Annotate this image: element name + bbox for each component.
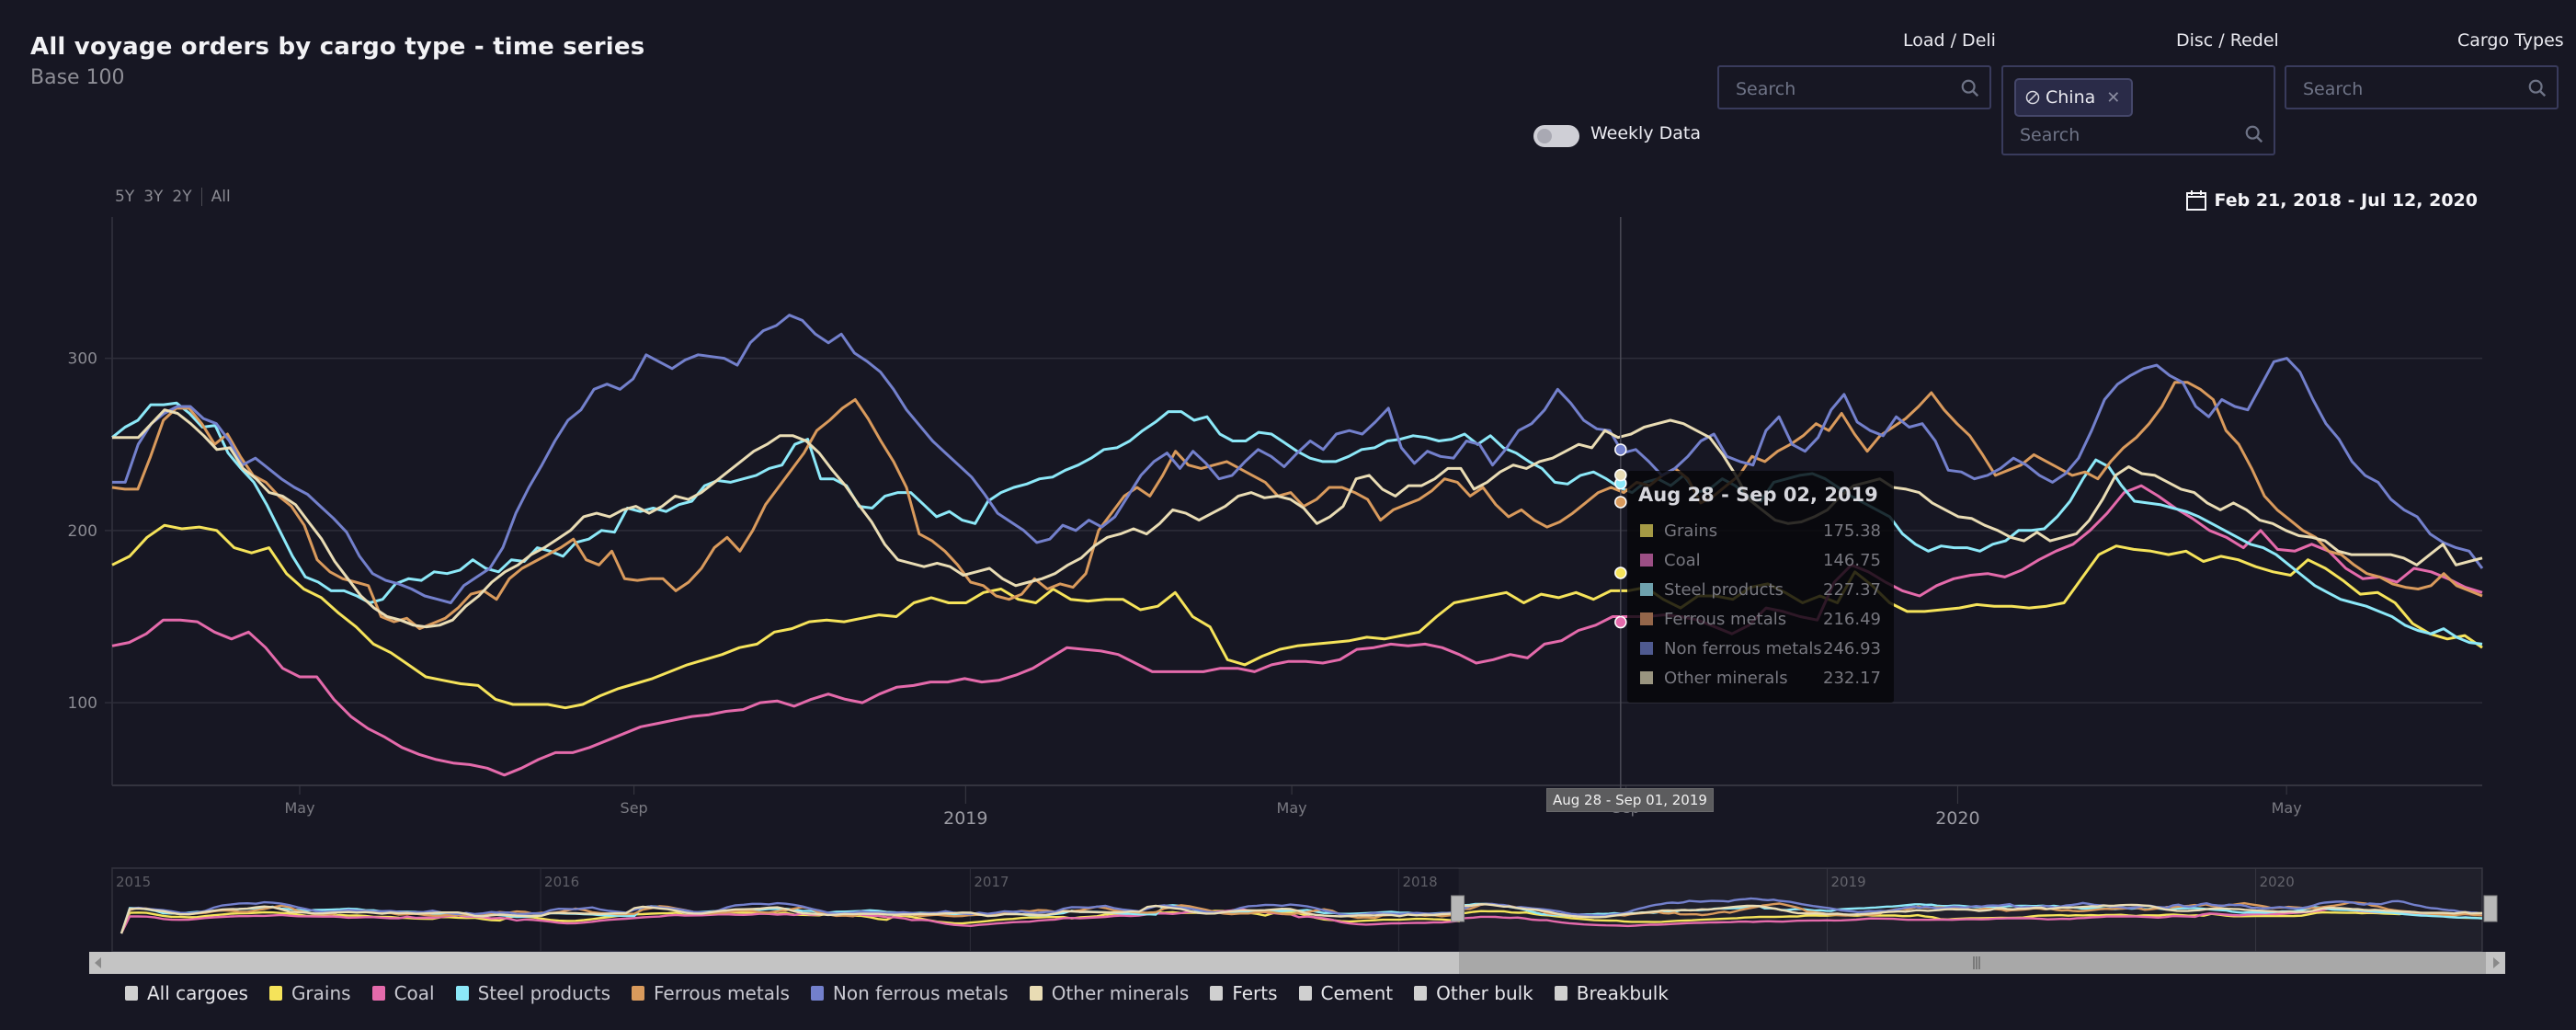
legend-swatch <box>1414 986 1428 1001</box>
tooltip-swatch <box>1640 671 1653 684</box>
crosshair-date-label: Aug 28 - Sep 01, 2019 <box>1546 788 1714 812</box>
legend-label: Breakbulk <box>1576 982 1669 1004</box>
legend-label: Coal <box>393 982 435 1004</box>
tooltip-series-name: Other minerals <box>1664 668 1788 688</box>
series-line-ferrous-metals[interactable] <box>111 381 2483 631</box>
series-line-steel-products[interactable] <box>111 401 2483 646</box>
scrollbar-thumb[interactable] <box>1459 952 2486 974</box>
legend-item-non-ferrous-metals[interactable]: Non ferrous metals <box>810 982 1009 1004</box>
x-tick-label: May <box>1277 799 1307 817</box>
hover-marker <box>1614 566 1627 579</box>
legend-item-coal[interactable]: Coal <box>371 982 435 1004</box>
legend-item-grains[interactable]: Grains <box>268 982 351 1004</box>
tooltip-series-value: 146.75 <box>1823 550 1881 570</box>
tooltip-series-name: Steel products <box>1664 579 1784 600</box>
series-line-grains[interactable] <box>111 523 2483 710</box>
legend-item-breakbulk[interactable]: Breakbulk <box>1554 982 1669 1004</box>
x-tick-label: Sep <box>621 799 648 817</box>
navigator-year-label: 2017 <box>974 874 1009 890</box>
legend-item-ferts[interactable]: Ferts <box>1210 982 1278 1004</box>
legend-item-ferrous-metals[interactable]: Ferrous metals <box>632 982 790 1004</box>
legend-swatch <box>810 986 824 1001</box>
hover-marker <box>1614 443 1627 456</box>
legend-item-all-cargoes[interactable]: All cargoes <box>125 982 248 1004</box>
legend-label: Ferts <box>1232 982 1278 1004</box>
hover-marker <box>1614 496 1627 509</box>
scroll-left-arrow-icon[interactable] <box>95 957 101 968</box>
legend-label: Cement <box>1320 982 1394 1004</box>
navigator-left-handle[interactable] <box>1451 895 1465 922</box>
y-tick-label: 300 <box>68 350 97 369</box>
legend-label: Other minerals <box>1051 982 1190 1004</box>
navigator-year-label: 2016 <box>544 874 579 890</box>
legend-item-cement[interactable]: Cement <box>1298 982 1394 1004</box>
tooltip-series-value: 216.49 <box>1823 609 1881 629</box>
tooltip-series-value: 232.17 <box>1823 668 1881 688</box>
tooltip-title: Aug 28 - Sep 02, 2019 <box>1638 484 1878 506</box>
legend-swatch <box>632 986 644 1001</box>
tooltip-row: Ferrous metals 216.49 <box>1640 607 1881 631</box>
time-series-chart[interactable]: MaySep2019MaySep2020May 100200300 201520… <box>0 0 2576 1030</box>
hover-marker <box>1614 468 1627 482</box>
series-line-other-minerals[interactable] <box>112 408 2483 629</box>
legend-item-other-bulk[interactable]: Other bulk <box>1414 982 1533 1004</box>
tooltip-series-value: 227.37 <box>1823 579 1881 600</box>
chart-tooltip: Aug 28 - Sep 02, 2019 Grains 175.38 Coal 14… <box>1627 471 1894 703</box>
legend-swatch <box>455 986 469 1001</box>
legend-item-other-minerals[interactable]: Other minerals <box>1029 982 1190 1004</box>
tooltip-swatch <box>1640 642 1653 655</box>
legend-swatch <box>1298 986 1312 1001</box>
legend-label: Grains <box>291 982 351 1004</box>
hover-marker <box>1614 615 1627 629</box>
legend-swatch <box>125 986 138 1001</box>
tooltip-series-value: 175.38 <box>1823 521 1881 541</box>
x-tick-label: 2020 <box>1935 808 1979 829</box>
tooltip-series-name: Non ferrous metals <box>1664 638 1822 658</box>
navigator-right-handle[interactable] <box>2483 895 2498 922</box>
series-line-coal[interactable] <box>111 484 2483 777</box>
legend-item-steel-products[interactable]: Steel products <box>455 982 610 1004</box>
legend-label: Ferrous metals <box>654 982 790 1004</box>
navigator-scrollbar[interactable] <box>89 952 2505 974</box>
legend-swatch <box>1210 986 1224 1001</box>
y-tick-label: 100 <box>68 694 97 713</box>
tooltip-swatch <box>1640 554 1653 566</box>
navigator-year-label: 2018 <box>1402 874 1437 890</box>
grip-icon <box>1972 956 1980 969</box>
tooltip-swatch <box>1640 612 1653 625</box>
tooltip-row: Non ferrous metals 246.93 <box>1640 636 1881 660</box>
tooltip-row: Steel products 227.37 <box>1640 578 1881 601</box>
tooltip-row: Other minerals 232.17 <box>1640 666 1881 690</box>
tooltip-series-name: Coal <box>1664 550 1701 570</box>
navigator-year-label: 2015 <box>116 874 151 890</box>
tooltip-series-value: 246.93 <box>1823 638 1881 658</box>
legend-label: Steel products <box>477 982 610 1004</box>
x-tick-label: May <box>2272 799 2302 817</box>
legend-label: All cargoes <box>147 982 248 1004</box>
tooltip-row: Coal 146.75 <box>1640 548 1881 572</box>
legend-swatch <box>1029 986 1043 1001</box>
legend-label: Other bulk <box>1436 982 1533 1004</box>
tooltip-swatch <box>1640 524 1653 537</box>
legend-swatch <box>268 986 282 1001</box>
tooltip-row: Grains 175.38 <box>1640 519 1881 543</box>
tooltip-swatch <box>1640 583 1653 596</box>
legend-swatch <box>371 986 385 1001</box>
legend-swatch <box>1554 986 1567 1001</box>
chart-legend: All cargoes Grains Coal Steel products Ferro… <box>125 982 1690 1004</box>
scroll-right-arrow-icon[interactable] <box>2493 957 2500 968</box>
x-tick-label: May <box>284 799 314 817</box>
tooltip-series-name: Ferrous metals <box>1664 609 1787 629</box>
tooltip-series-name: Grains <box>1664 521 1718 541</box>
x-tick-label: 2019 <box>943 808 987 829</box>
y-tick-label: 200 <box>68 522 97 541</box>
legend-label: Non ferrous metals <box>832 982 1009 1004</box>
